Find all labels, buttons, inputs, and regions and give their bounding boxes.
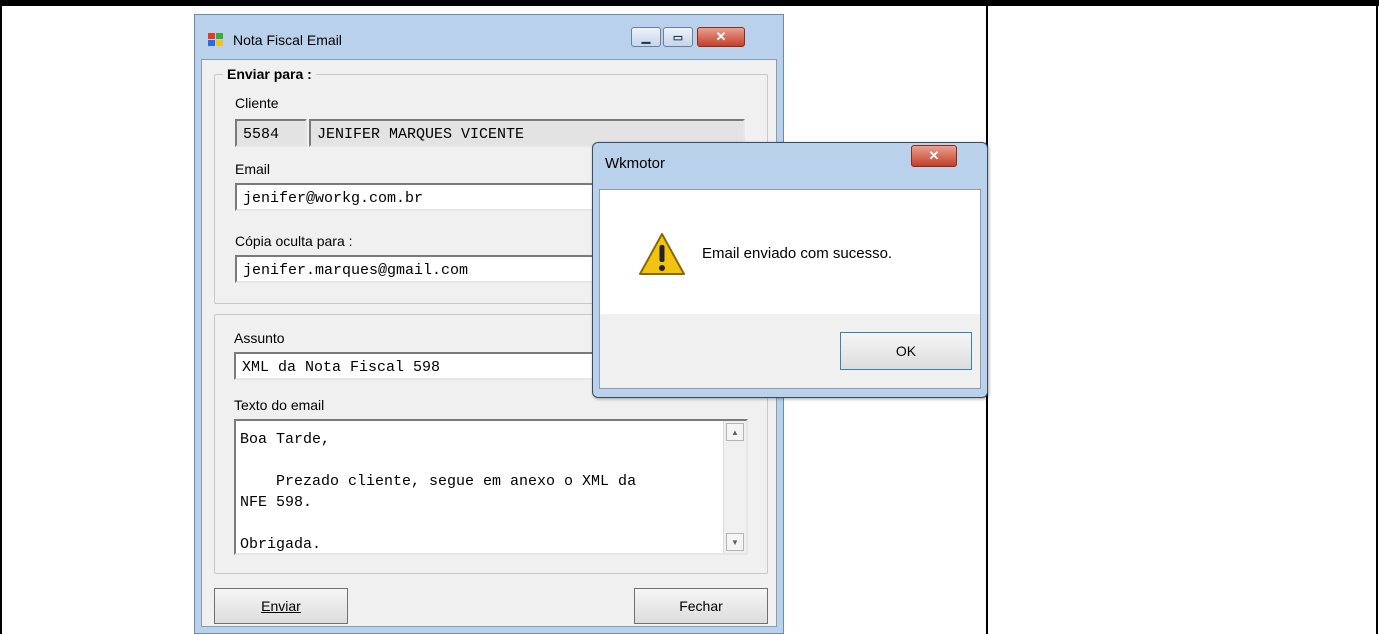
fechar-button-label: Fechar [679, 598, 723, 614]
enviar-para-legend: Enviar para : [223, 66, 316, 82]
scroll-up-button[interactable]: ▲ [726, 423, 744, 441]
frame-right-border [1376, 0, 1378, 634]
frame-top-border [0, 0, 1379, 6]
warning-icon [639, 233, 685, 275]
window-title: Nota Fiscal Email [233, 32, 342, 48]
close-icon: ✕ [715, 29, 727, 44]
minimize-button[interactable]: ▁ [631, 27, 661, 47]
memo-scrollbar[interactable]: ▲ ▼ [723, 421, 746, 553]
cliente-label: Cliente [235, 95, 279, 111]
maximize-icon: ▭ [672, 31, 684, 44]
scroll-down-button[interactable]: ▼ [726, 533, 744, 551]
fechar-button[interactable]: Fechar [634, 588, 768, 624]
close-icon: ✕ [928, 148, 940, 163]
texto-label: Texto do email [234, 397, 325, 413]
dialog-client-area: Email enviado com sucesso. OK [599, 189, 981, 389]
minimize-icon: ▁ [641, 31, 651, 44]
frame-left-border [0, 0, 2, 634]
texto-email-content: Boa Tarde, Prezado cliente, segue em ane… [240, 431, 637, 553]
texto-email-memo[interactable]: Boa Tarde, Prezado cliente, segue em ane… [234, 419, 748, 555]
email-label: Email [235, 161, 271, 177]
chevron-down-icon: ▼ [731, 537, 739, 547]
ok-button[interactable]: OK [840, 332, 972, 370]
wkmotor-dialog: Wkmotor ✕ Email enviado com sucesso. OK [592, 142, 988, 398]
assunto-label: Assunto [234, 330, 285, 346]
enviar-button[interactable]: Enviar [214, 588, 348, 624]
ok-button-label: OK [895, 343, 917, 359]
close-button[interactable]: ✕ [697, 27, 745, 47]
maximize-button[interactable]: ▭ [663, 27, 693, 47]
enviar-button-label: Enviar [261, 598, 301, 614]
dialog-title: Wkmotor [605, 155, 665, 172]
dialog-message: Email enviado com sucesso. [702, 245, 893, 262]
bcc-label: Cópia oculta para : [235, 233, 353, 249]
chevron-up-icon: ▲ [731, 427, 739, 437]
cliente-code-field[interactable]: 5584 [235, 119, 307, 147]
windows-app-icon [208, 33, 223, 46]
dialog-close-button[interactable]: ✕ [911, 145, 957, 167]
dialog-body: Email enviado com sucesso. [600, 190, 980, 314]
